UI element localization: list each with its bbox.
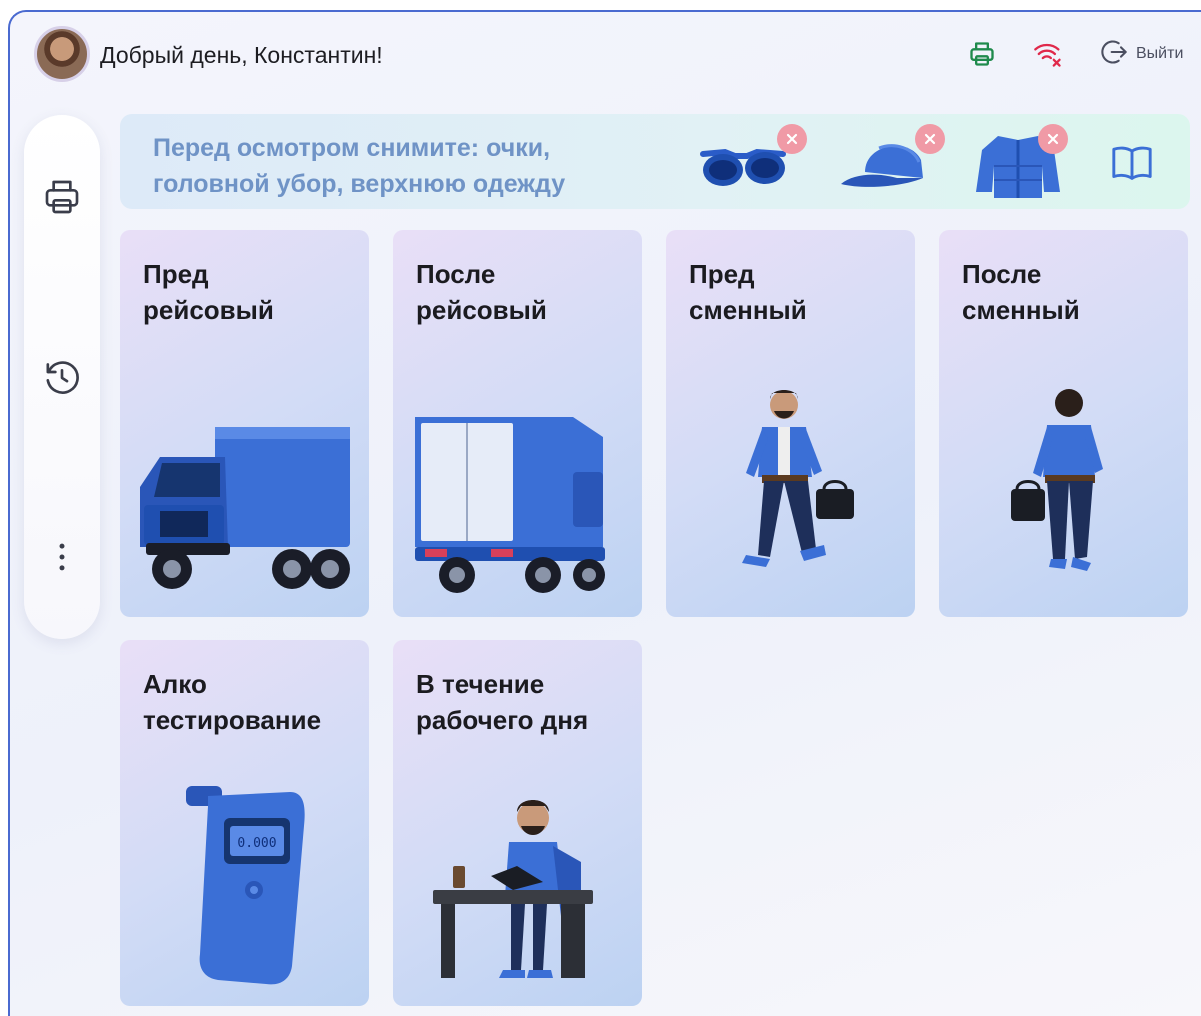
- card-title: Пред рейсовый: [143, 259, 274, 325]
- card-alco-test[interactable]: Алко тестирование 0.000: [120, 640, 369, 1006]
- wifi-off-icon[interactable]: [1032, 38, 1064, 70]
- card-title: Пред сменный: [689, 259, 807, 325]
- man-walking-back-image: [1011, 389, 1103, 571]
- logout-label: Выйти: [1136, 45, 1184, 62]
- remove-badge: [1038, 124, 1068, 154]
- logout-button[interactable]: Выйти: [1100, 38, 1183, 70]
- truck-back-image: [415, 417, 605, 593]
- printer-icon[interactable]: [966, 38, 998, 70]
- card-post-trip[interactable]: После рейсовый: [393, 230, 642, 617]
- remove-badge: [915, 124, 945, 154]
- truck-front-image: [140, 427, 350, 589]
- card-title: В течение рабочего дня: [416, 669, 589, 735]
- man-at-desk-image: [433, 800, 593, 978]
- history-icon: [46, 361, 79, 394]
- logout-icon: [1100, 38, 1128, 71]
- printer-icon: [45, 180, 79, 214]
- avatar[interactable]: [34, 26, 90, 82]
- card-pre-shift[interactable]: Пред сменный: [666, 230, 915, 617]
- remove-badge: [777, 124, 807, 154]
- glasses-icon: [695, 124, 807, 198]
- remove-items-banner: Перед осмотром снимите: очки, головной у…: [120, 114, 1190, 209]
- card-title: Алко тестирование: [143, 669, 322, 735]
- sidebar-item-history[interactable]: [40, 355, 84, 399]
- header: Добрый день, Константин! Выйти: [10, 12, 1201, 98]
- card-pre-trip[interactable]: Пред рейсовый: [120, 230, 369, 617]
- cap-icon: [835, 124, 945, 198]
- sidebar-item-more[interactable]: [40, 535, 84, 579]
- card-post-shift[interactable]: После сменный: [939, 230, 1188, 617]
- app-window: Добрый день, Константин! Выйти Перед осм…: [8, 10, 1201, 1016]
- book-icon[interactable]: [1110, 142, 1154, 182]
- breathalyzer-display: 0.000: [237, 836, 276, 851]
- card-during-workday[interactable]: В течение рабочего дня: [393, 640, 642, 1006]
- sidebar-item-print[interactable]: [40, 175, 84, 219]
- more-vertical-icon: [59, 543, 65, 571]
- card-title: После сменный: [962, 259, 1080, 325]
- jacket-icon: [968, 124, 1078, 198]
- sidebar: [24, 115, 100, 639]
- banner-text: Перед осмотром снимите: очки, головной у…: [153, 134, 566, 198]
- man-walking-front-image: [742, 390, 854, 567]
- breathalyzer-image: 0.000: [186, 786, 305, 985]
- greeting: Добрый день, Константин!: [100, 42, 383, 68]
- card-title: После рейсовый: [416, 259, 547, 325]
